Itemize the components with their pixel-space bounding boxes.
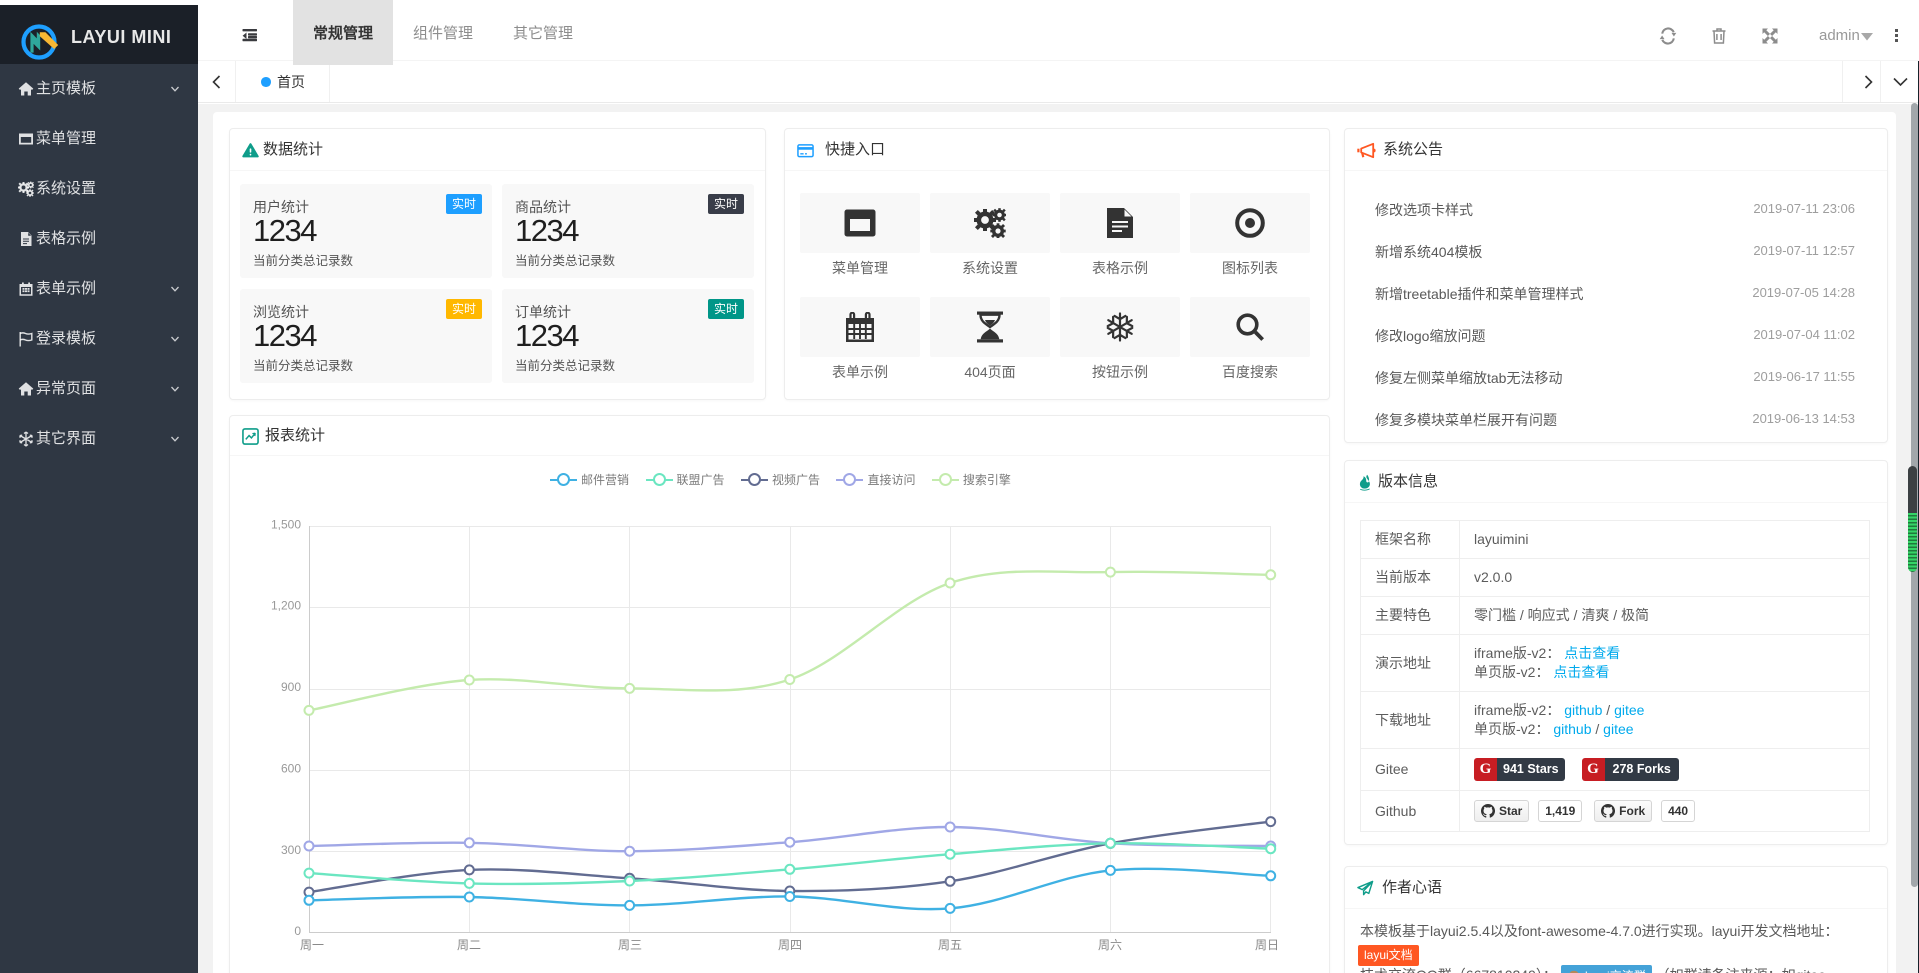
svg-text:周一: 周一 <box>300 938 324 952</box>
svg-text:600: 600 <box>281 762 301 776</box>
svg-text:周三: 周三 <box>618 938 642 952</box>
svg-text:900: 900 <box>281 680 301 694</box>
svg-text:1,500: 1,500 <box>271 518 301 532</box>
svg-text:周五: 周五 <box>938 938 962 952</box>
svg-text:周六: 周六 <box>1098 938 1122 952</box>
svg-text:周日: 周日 <box>1255 938 1279 952</box>
svg-text:周四: 周四 <box>778 938 802 952</box>
svg-text:1,200: 1,200 <box>271 599 301 613</box>
svg-text:0: 0 <box>294 924 301 938</box>
svg-text:300: 300 <box>281 843 301 857</box>
svg-text:周二: 周二 <box>457 938 481 952</box>
